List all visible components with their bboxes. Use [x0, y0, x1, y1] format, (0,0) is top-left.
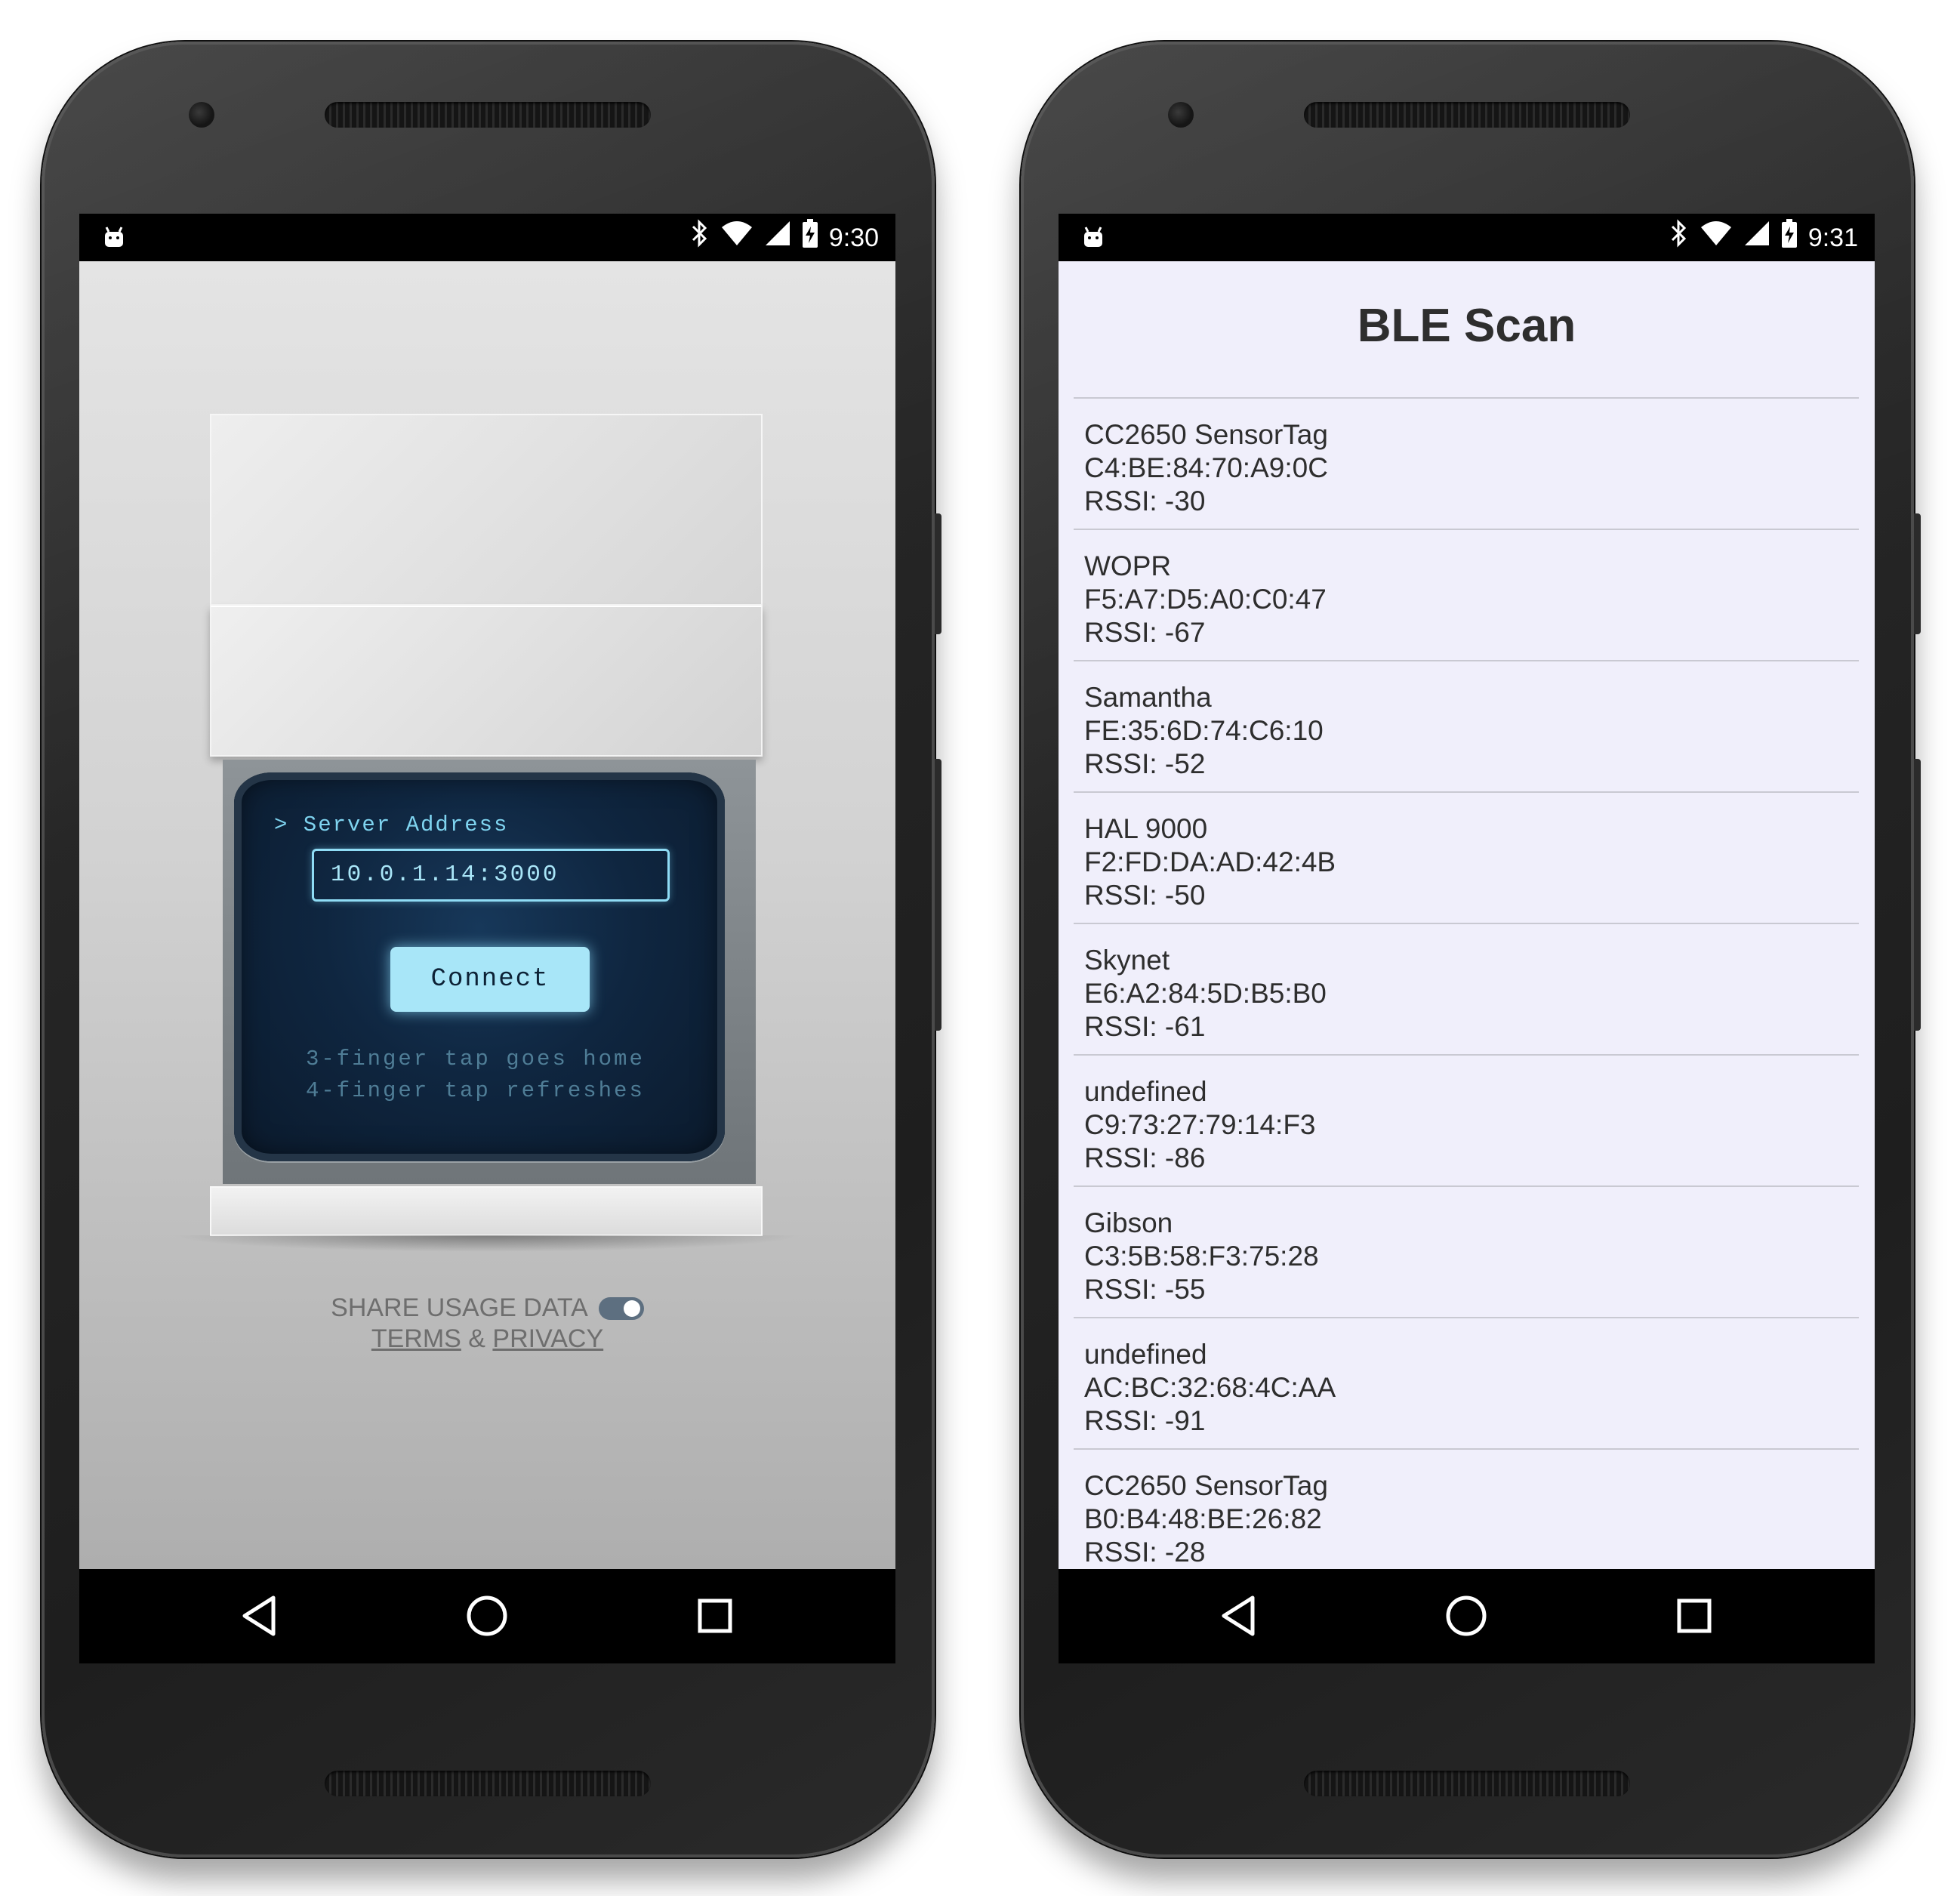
volume-button — [935, 759, 941, 1031]
status-time: 9:30 — [828, 224, 879, 252]
list-item[interactable]: HAL 9000 F2:FD:DA:AD:42:4B RSSI: -50 — [1074, 791, 1859, 923]
front-camera — [189, 102, 214, 128]
share-usage-label: SHARE USAGE DATA — [331, 1293, 588, 1322]
connect-button[interactable]: Connect — [390, 947, 590, 1012]
device-rssi: RSSI: -86 — [1084, 1142, 1206, 1173]
privacy-link[interactable]: PRIVACY — [492, 1324, 603, 1353]
device-rssi: RSSI: -28 — [1084, 1537, 1206, 1568]
navigation-bar — [1059, 1569, 1875, 1663]
device-rssi: RSSI: -30 — [1084, 486, 1206, 516]
device-address: AC:BC:32:68:4C:AA — [1084, 1372, 1336, 1403]
list-item[interactable]: Gibson C3:5B:58:F3:75:28 RSSI: -55 — [1074, 1185, 1859, 1317]
list-item[interactable]: CC2650 SensorTag C4:BE:84:70:A9:0C RSSI:… — [1074, 397, 1859, 529]
device-name: HAL 9000 — [1084, 813, 1208, 844]
bluetooth-icon — [690, 218, 710, 258]
status-bar: 9:30 — [79, 214, 895, 261]
device-name: Gibson — [1084, 1207, 1173, 1238]
list-item[interactable]: undefined AC:BC:32:68:4C:AA RSSI: -91 — [1074, 1317, 1859, 1448]
screen: 9:31 BLE Scan CC2650 SensorTag C4:BE:84:… — [1059, 214, 1875, 1663]
legal-links: TERMS & PRIVACY — [79, 1324, 895, 1354]
ble-scan-app: BLE Scan CC2650 SensorTag C4:BE:84:70:A9… — [1059, 261, 1875, 1569]
android-debug-icon — [102, 224, 126, 248]
page-title: BLE Scan — [1357, 300, 1576, 352]
list-item[interactable]: Samantha FE:35:6D:74:C6:10 RSSI: -52 — [1074, 660, 1859, 791]
device-rssi: RSSI: -67 — [1084, 617, 1206, 648]
navigation-bar — [79, 1569, 895, 1663]
device-name: undefined — [1084, 1076, 1207, 1107]
kiosk-middle-panel — [210, 606, 763, 757]
device-address: FE:35:6D:74:C6:10 — [1084, 715, 1324, 746]
recents-icon[interactable] — [1670, 1592, 1718, 1640]
status-time: 9:31 — [1807, 224, 1858, 252]
device-address: C4:BE:84:70:A9:0C — [1084, 452, 1328, 483]
cell-signal-icon — [764, 220, 791, 257]
home-icon[interactable] — [1442, 1592, 1490, 1640]
device-name: CC2650 SensorTag — [1084, 1470, 1328, 1501]
battery-charging-icon — [1781, 218, 1798, 257]
device-rssi: RSSI: -52 — [1084, 748, 1206, 779]
wifi-icon — [1700, 220, 1733, 257]
server-address-label: > Server Address — [274, 812, 509, 837]
back-icon[interactable] — [1215, 1592, 1263, 1640]
screen: 9:30 > Server Address 10.0.1.14:3000 Con… — [79, 214, 895, 1663]
recents-icon[interactable] — [691, 1592, 739, 1640]
device-rssi: RSSI: -91 — [1084, 1405, 1206, 1436]
device-address: F5:A7:D5:A0:C0:47 — [1084, 584, 1327, 615]
device-rssi: RSSI: -61 — [1084, 1011, 1206, 1042]
kiosk-top-panel — [210, 414, 763, 606]
share-usage-toggle[interactable] — [598, 1296, 644, 1320]
status-bar: 9:31 — [1059, 214, 1875, 261]
home-icon[interactable] — [463, 1592, 511, 1640]
device-name: Skynet — [1084, 945, 1170, 976]
back-icon[interactable] — [236, 1592, 284, 1640]
share-usage-row: SHARE USAGE DATA — [79, 1293, 895, 1323]
device-rssi: RSSI: -55 — [1084, 1274, 1206, 1305]
list-item[interactable]: CC2650 SensorTag B0:B4:48:BE:26:82 RSSI:… — [1074, 1448, 1859, 1569]
hint-refresh: 4-finger tap refreshes — [306, 1078, 645, 1103]
device-address: C9:73:27:79:14:F3 — [1084, 1109, 1316, 1140]
list-item[interactable]: undefined C9:73:27:79:14:F3 RSSI: -86 — [1074, 1054, 1859, 1185]
battery-charging-icon — [802, 218, 818, 257]
device-name: undefined — [1084, 1339, 1207, 1370]
device-name: CC2650 SensorTag — [1084, 419, 1328, 450]
speaker-bottom — [1304, 1771, 1630, 1796]
phone-right: 9:31 BLE Scan CC2650 SensorTag C4:BE:84:… — [1021, 42, 1921, 1857]
speaker-top — [1304, 102, 1630, 128]
power-button — [1914, 513, 1921, 634]
kiosk-shadow — [170, 1235, 804, 1252]
device-address: B0:B4:48:BE:26:82 — [1084, 1503, 1322, 1534]
speaker-top — [325, 102, 651, 128]
ampersand: & — [468, 1324, 485, 1353]
device-address: C3:5B:58:F3:75:28 — [1084, 1241, 1319, 1272]
power-button — [935, 513, 941, 634]
server-address-input[interactable]: 10.0.1.14:3000 — [312, 849, 670, 902]
hint-home: 3-finger tap goes home — [306, 1047, 645, 1071]
kiosk-base — [210, 1186, 763, 1236]
front-camera — [1168, 102, 1194, 128]
device-list: CC2650 SensorTag C4:BE:84:70:A9:0C RSSI:… — [1074, 397, 1859, 1569]
device-address: E6:A2:84:5D:B5:B0 — [1084, 978, 1327, 1009]
list-item[interactable]: Skynet E6:A2:84:5D:B5:B0 RSSI: -61 — [1074, 923, 1859, 1054]
speaker-bottom — [325, 1771, 651, 1796]
device-address: F2:FD:DA:AD:42:4B — [1084, 846, 1336, 877]
phone-left: 9:30 > Server Address 10.0.1.14:3000 Con… — [42, 42, 941, 1857]
volume-button — [1914, 759, 1921, 1031]
list-item[interactable]: WOPR F5:A7:D5:A0:C0:47 RSSI: -67 — [1074, 529, 1859, 660]
android-debug-icon — [1081, 224, 1105, 248]
terms-link[interactable]: TERMS — [371, 1324, 461, 1353]
device-name: WOPR — [1084, 550, 1172, 581]
device-name: Samantha — [1084, 682, 1212, 713]
cell-signal-icon — [1743, 220, 1770, 257]
wifi-icon — [720, 220, 753, 257]
kiosk-app: > Server Address 10.0.1.14:3000 Connect … — [79, 261, 895, 1569]
device-rssi: RSSI: -50 — [1084, 880, 1206, 911]
bluetooth-icon — [1669, 218, 1689, 258]
